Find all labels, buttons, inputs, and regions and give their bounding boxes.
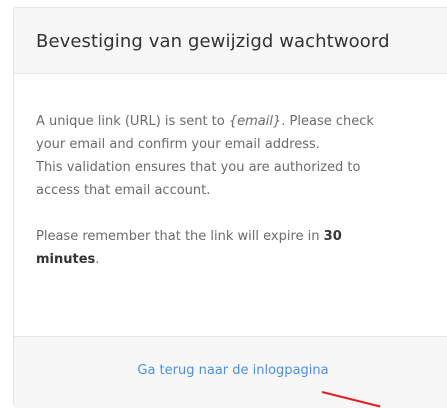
instruction-line-4: access that email account.	[36, 183, 211, 198]
expiry-text-suffix: .	[95, 252, 100, 267]
expiry-text-prefix: Please remember that the link will expir…	[36, 229, 324, 244]
expiry-paragraph: Please remember that the link will expir…	[36, 225, 447, 271]
instruction-paragraph: A unique link (URL) is sent to {email}. …	[36, 110, 447, 202]
confirmation-card: Bevestiging van gewijzigd wachtwoord A u…	[13, 7, 447, 408]
card-footer: Ga terug naar de inlogpagina	[14, 336, 447, 408]
expiry-number: 30	[323, 229, 342, 244]
instruction-text-prefix: A unique link (URL) is sent to	[36, 114, 229, 129]
email-placeholder: {email}	[228, 114, 282, 129]
expiry-unit: minutes	[36, 252, 96, 267]
card-body: A unique link (URL) is sent to {email}. …	[14, 74, 447, 336]
card-header: Bevestiging van gewijzigd wachtwoord	[14, 8, 447, 74]
card-title: Bevestiging van gewijzigd wachtwoord	[36, 31, 390, 52]
back-to-login-link[interactable]: Ga terug naar de inlogpagina	[137, 363, 328, 378]
instruction-line-3: This validation ensures that you are aut…	[36, 160, 361, 175]
instruction-text-suffix: . Please check	[281, 114, 374, 129]
instruction-line-2: your email and confirm your email addres…	[36, 137, 320, 152]
